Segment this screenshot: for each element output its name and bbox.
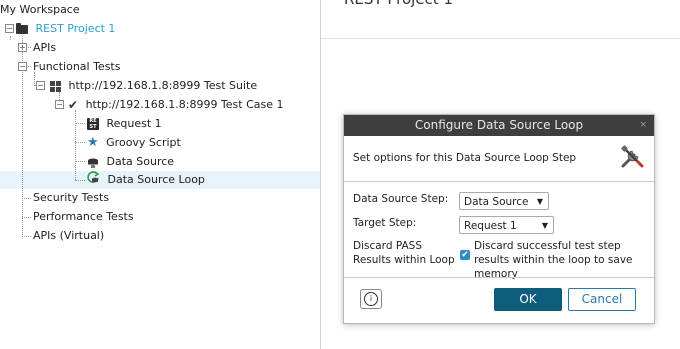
close-icon[interactable]: ×	[639, 115, 647, 136]
collapse-functional-tests-toggle[interactable]: −	[18, 62, 27, 71]
dialog-title-bar[interactable]: Configure Data Source Loop ×	[344, 115, 654, 136]
test-case-label: http://192.168.1.8:8999 Test Case 1	[85, 98, 284, 111]
apis-node[interactable]: APIs	[33, 39, 56, 57]
workspace-node[interactable]: My Workspace	[0, 1, 80, 19]
expand-apis-toggle[interactable]: +	[18, 43, 27, 52]
discard-pass-results-label: Discard PASS Results within Loop	[353, 240, 455, 266]
dialog-description-area: Set options for this Data Source Loop St…	[344, 136, 654, 182]
ok-button[interactable]: OK	[494, 288, 562, 311]
target-step-value: Request 1	[464, 220, 517, 232]
panel-divider[interactable]	[320, 0, 321, 349]
apis-label: APIs	[33, 41, 57, 54]
step-label: Request 1	[106, 117, 162, 130]
security-tests-label: Security Tests	[33, 191, 110, 204]
step-label: Groovy Script	[106, 136, 181, 149]
info-icon: i	[364, 292, 378, 306]
dialog-footer: i OK Cancel	[344, 277, 654, 324]
tree-step-data-source[interactable]: Data Source	[87, 153, 174, 171]
dialog-description: Set options for this Data Source Loop St…	[353, 152, 577, 164]
test-suite-node[interactable]: http://192.168.1.8:8999 Test Suite	[50, 77, 257, 95]
test-suite-icon	[50, 80, 61, 92]
loop-icon	[87, 171, 100, 189]
apis-virtual-label: APIs (Virtual)	[33, 229, 105, 242]
test-case-node[interactable]: ✔ http://192.168.1.8:8999 Test Case 1	[68, 96, 284, 114]
functional-tests-node[interactable]: Functional Tests	[33, 58, 120, 76]
tree-step-groovy[interactable]: ★ Groovy Script	[87, 134, 181, 152]
help-button[interactable]: i	[360, 289, 382, 309]
cancel-button[interactable]: Cancel	[568, 288, 636, 311]
data-source-icon	[87, 157, 99, 168]
target-step-label: Target Step:	[353, 217, 417, 229]
checkmark-icon: ✔	[68, 98, 79, 112]
navigator-tree: − + − − − My Workspace REST Project 1 AP…	[0, 0, 320, 349]
data-source-step-select[interactable]: Data Source ▼	[459, 192, 549, 210]
step-label: Data Source Loop	[107, 173, 205, 186]
target-step-select[interactable]: Request 1 ▼	[459, 216, 554, 234]
tree-step-request[interactable]: RE ST Request 1	[87, 115, 162, 133]
step-label: Data Source	[106, 155, 175, 168]
data-source-step-label: Data Source Step:	[353, 193, 449, 205]
project-label: REST Project 1	[35, 22, 116, 35]
collapse-project-toggle[interactable]: −	[5, 24, 14, 33]
tools-icon	[619, 144, 645, 170]
test-suite-label: http://192.168.1.8:8999 Test Suite	[68, 79, 258, 92]
collapse-test-case-toggle[interactable]: −	[55, 100, 64, 109]
apis-virtual-node[interactable]: APIs (Virtual)	[33, 227, 104, 245]
chevron-down-icon: ▼	[541, 221, 548, 230]
tree-step-data-source-loop[interactable]: Data Source Loop	[87, 171, 205, 189]
performance-tests-label: Performance Tests	[33, 210, 134, 223]
functional-tests-label: Functional Tests	[33, 60, 121, 73]
security-tests-node[interactable]: Security Tests	[33, 189, 109, 207]
collapse-suite-toggle[interactable]: −	[36, 81, 45, 90]
page-title: REST Project 1	[344, 0, 453, 8]
discard-results-checkbox[interactable]: ✔	[460, 250, 470, 260]
workspace-label: My Workspace	[0, 3, 80, 16]
star-icon: ★	[87, 135, 99, 150]
performance-tests-node[interactable]: Performance Tests	[33, 208, 134, 226]
discard-results-checkbox-label[interactable]: Discard successful test step results wit…	[474, 239, 654, 281]
chevron-down-icon: ▼	[536, 197, 543, 206]
dialog-title: Configure Data Source Loop	[414, 118, 584, 132]
rest-request-icon: RE ST	[87, 118, 99, 130]
data-source-step-value: Data Source	[464, 196, 529, 208]
configure-data-source-loop-dialog: Configure Data Source Loop × Set options…	[343, 114, 655, 324]
folder-icon	[16, 22, 28, 34]
project-node[interactable]: REST Project 1	[16, 20, 115, 38]
